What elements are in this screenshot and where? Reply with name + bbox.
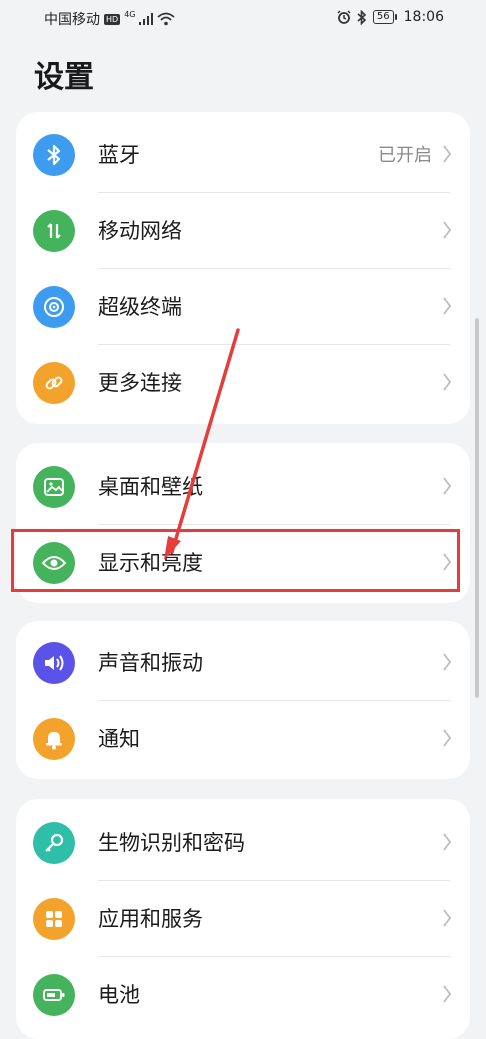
super-device-icon [33,286,75,328]
settings-item-notifications[interactable]: 通知 [16,701,470,777]
settings-item-bluetooth[interactable]: 蓝牙 已开启 [16,117,470,193]
apps-icon [33,898,75,940]
bluetooth-icon [33,134,75,176]
wifi-icon [157,12,176,26]
bluetooth-status-value: 已开启 [378,145,432,166]
chevron-right-icon [443,297,452,315]
chevron-right-icon [443,373,452,391]
settings-group-sound: 声音和振动 通知 [16,621,470,779]
bluetooth-status-icon [357,9,367,25]
clock: 18:06 [403,9,444,25]
network-type: 4G [124,9,136,19]
bell-icon [33,718,75,760]
link-icon [33,362,75,404]
key-icon [33,822,75,864]
alarm-icon [337,10,351,24]
settings-item-label: 应用和服务 [98,907,203,931]
status-bar-left: 中国移动 HD 4G [44,9,176,29]
settings-item-sound-vibration[interactable]: 声音和振动 [16,625,470,701]
settings-item-label: 电池 [98,983,140,1007]
settings-item-super-device[interactable]: 超级终端 [16,269,470,345]
signal-icon [139,13,154,25]
chevron-right-icon [443,145,452,163]
battery-icon [33,974,75,1016]
settings-item-biometrics-password[interactable]: 生物识别和密码 [16,805,470,881]
settings-item-apps-services[interactable]: 应用和服务 [16,881,470,957]
status-bar: 中国移动 HD 4G 56 18:06 [0,0,486,36]
speaker-icon [33,642,75,684]
battery-level: 56 [372,10,397,24]
settings-item-label: 桌面和壁纸 [98,475,203,499]
highlight-box [11,529,460,592]
settings-item-mobile-network[interactable]: 移动网络 [16,193,470,269]
page-title: 设置 [34,60,94,95]
chevron-right-icon [443,477,452,495]
settings-item-label: 生物识别和密码 [98,831,245,855]
chevron-right-icon [443,729,452,747]
settings-item-label: 移动网络 [98,219,182,243]
chevron-right-icon [443,833,452,851]
mobile-network-icon [33,210,75,252]
hd-badge: HD [104,13,121,25]
scrollbar[interactable] [475,318,479,698]
wallpaper-icon [33,466,75,508]
chevron-right-icon [443,653,452,671]
settings-item-label: 超级终端 [98,295,182,319]
settings-item-label: 蓝牙 [98,143,140,167]
settings-group-security: 生物识别和密码 应用和服务 电池 [16,799,470,1039]
settings-item-label: 声音和振动 [98,651,203,675]
chevron-right-icon [443,909,452,927]
settings-group-connections: 蓝牙 已开启 移动网络 超级终端 更多连接 [16,112,470,424]
settings-item-label: 更多连接 [98,371,182,395]
carrier-name: 中国移动 [44,12,100,28]
chevron-right-icon [443,985,452,1003]
status-bar-right: 56 18:06 [337,9,444,25]
chevron-right-icon [443,221,452,239]
settings-item-label: 通知 [98,727,140,751]
settings-item-more-connections[interactable]: 更多连接 [16,345,470,421]
settings-item-desktop-wallpaper[interactable]: 桌面和壁纸 [16,449,470,525]
settings-item-battery[interactable]: 电池 [16,957,470,1033]
